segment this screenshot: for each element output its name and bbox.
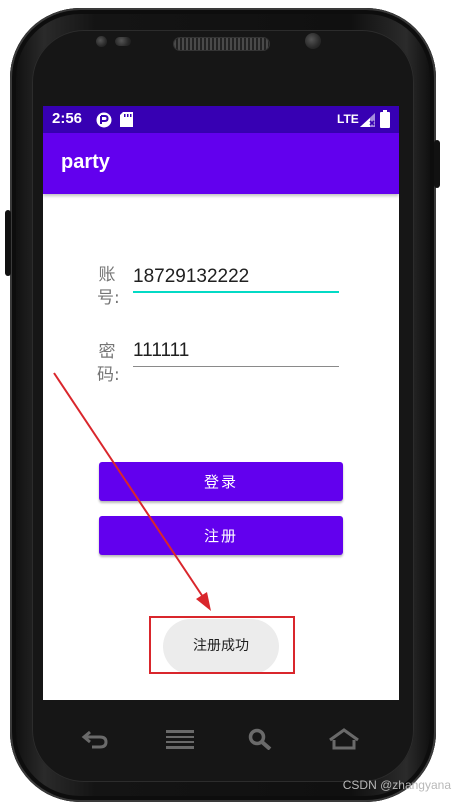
watermark: CSDN @zhangyana bbox=[342, 778, 451, 792]
search-icon[interactable] bbox=[248, 728, 274, 750]
home-icon[interactable] bbox=[328, 728, 360, 750]
menu-icon[interactable] bbox=[165, 728, 195, 750]
back-icon[interactable] bbox=[80, 728, 110, 750]
annotation-highlight-box bbox=[149, 616, 295, 674]
screenshot-stage: 2:56 LTE party 账号: 18729132222 密码: 11111… bbox=[0, 0, 465, 802]
annotation-arrow bbox=[53, 372, 211, 611]
